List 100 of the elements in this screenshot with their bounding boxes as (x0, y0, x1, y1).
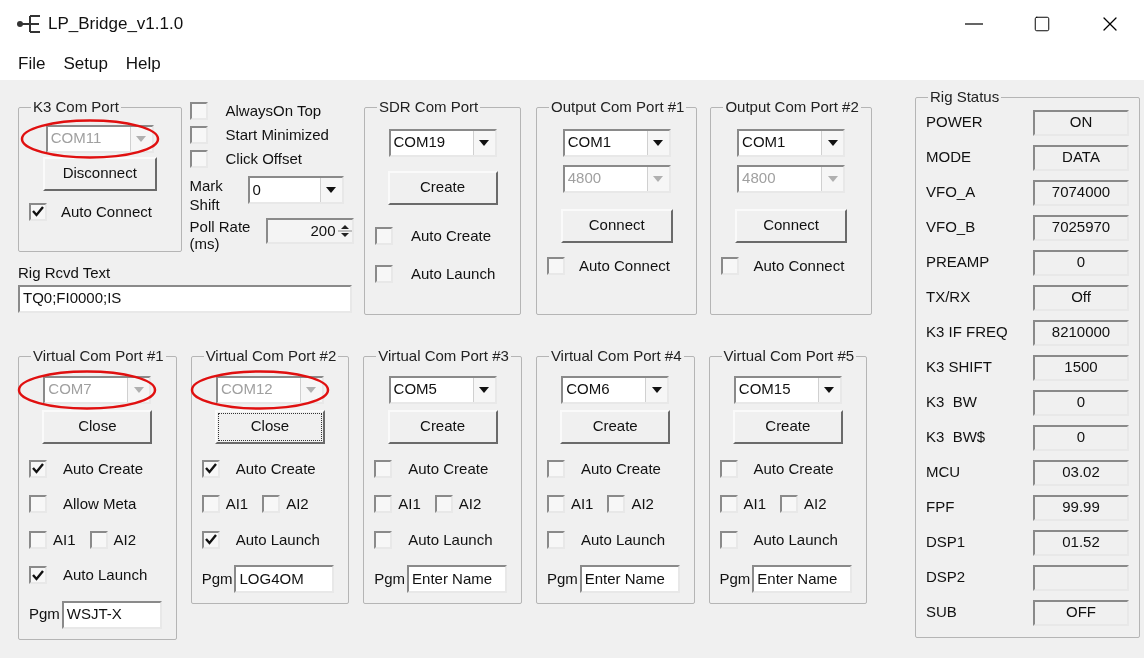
checkbox[interactable] (29, 530, 47, 549)
field-label: Poll Rate (ms) (189, 218, 252, 252)
group-title: Virtual Com Port #5 (722, 346, 856, 366)
checkbox[interactable] (29, 459, 47, 478)
checkbox-label: Auto Create (235, 458, 316, 479)
dropdown[interactable]: COM15 (733, 375, 842, 404)
checkbox[interactable] (719, 459, 738, 478)
text-field[interactable]: TQ0;FI0000;IS (18, 284, 352, 313)
checkmark-icon (204, 534, 217, 546)
status-field: 0 (1033, 424, 1129, 451)
checkbox-label: AI1 (398, 494, 421, 514)
checkbox-label: Allow Meta (63, 494, 137, 514)
checkbox[interactable] (89, 530, 108, 549)
text-field[interactable]: Enter Name (579, 565, 680, 593)
push-button[interactable]: Close (214, 409, 325, 444)
push-button[interactable]: Connect (735, 208, 848, 243)
push-button[interactable]: Create (387, 409, 498, 444)
checkbox[interactable] (201, 530, 220, 549)
checkbox[interactable] (375, 226, 393, 245)
field-label: Pgm (201, 568, 233, 589)
status-field: 03.02 (1033, 459, 1129, 486)
push-button[interactable]: Create (732, 409, 843, 444)
menu-item[interactable]: Setup (63, 51, 108, 77)
caret-icon (646, 130, 669, 155)
checkmark-icon (32, 206, 44, 218)
checkbox-label: Auto Create (63, 458, 144, 479)
checkbox-label: Auto Connect (579, 255, 670, 276)
group-title: Virtual Com Port #2 (204, 346, 338, 366)
push-button[interactable]: Close (42, 409, 153, 444)
checkbox[interactable] (189, 102, 208, 121)
checkbox[interactable] (607, 495, 626, 514)
push-button[interactable]: Disconnect (42, 156, 157, 191)
dropdown[interactable]: COM6 (561, 375, 670, 404)
app-icon (16, 14, 42, 34)
checkbox[interactable] (262, 495, 281, 514)
checkbox[interactable] (546, 459, 565, 478)
checkbox[interactable] (434, 495, 453, 514)
checkbox-label: Auto Launch (235, 529, 320, 550)
checkbox-label: Auto Create (408, 458, 489, 479)
status-field: Off (1033, 284, 1129, 311)
checkbox[interactable] (375, 265, 393, 284)
checkbox-label: Auto Launch (580, 529, 666, 550)
text-field[interactable]: WSJT-X (61, 600, 162, 629)
status-field: 01.52 (1033, 529, 1129, 556)
checkbox[interactable] (721, 256, 740, 275)
checkbox[interactable] (201, 459, 220, 478)
maximize-icon (1033, 15, 1051, 33)
checkbox[interactable] (719, 495, 738, 514)
checkbox[interactable] (546, 530, 565, 549)
checkbox[interactable] (201, 495, 220, 514)
checkbox[interactable] (189, 150, 208, 169)
checkbox[interactable] (29, 566, 47, 585)
checkbox-label: Auto Launch (63, 565, 148, 585)
spin-box[interactable]: 200 (265, 218, 354, 244)
status-label: FPF (926, 497, 955, 518)
status-label: VFO_B (926, 217, 976, 238)
checkbox[interactable] (719, 530, 738, 549)
checkbox-label: AI2 (631, 494, 654, 514)
status-field: ON (1033, 109, 1129, 136)
push-button[interactable]: Connect (560, 208, 673, 243)
group-title: Output Com Port #1 (550, 97, 686, 117)
checkbox-label: AI1 (225, 494, 249, 514)
checkbox-label: Auto Create (580, 458, 661, 479)
menu-item[interactable]: File (18, 51, 46, 77)
push-button[interactable]: Create (560, 409, 671, 444)
status-label: K3 SHIFT (926, 357, 992, 378)
checkbox[interactable] (189, 126, 208, 145)
checkbox-label: Auto Launch (411, 264, 496, 284)
checkbox-label: AI2 (804, 494, 827, 514)
checkbox[interactable] (547, 256, 565, 275)
checkbox[interactable] (374, 530, 393, 549)
status-label: K3 BW (926, 392, 977, 413)
checkbox[interactable] (374, 495, 393, 514)
checkbox[interactable] (29, 495, 47, 514)
text-field[interactable]: Enter Name (752, 565, 853, 593)
dropdown[interactable]: COM19 (388, 128, 497, 157)
status-label: MCU (926, 462, 961, 483)
checkbox-label: Auto Create (753, 458, 834, 479)
checkbox[interactable] (29, 202, 47, 221)
dropdown[interactable]: COM1 (562, 128, 671, 157)
dropdown[interactable]: COM5 (388, 375, 497, 404)
checkmark-icon (32, 569, 44, 581)
caret-icon (129, 126, 152, 151)
caret-icon (817, 377, 840, 402)
checkbox[interactable] (374, 459, 393, 478)
text-field[interactable]: Enter Name (407, 565, 508, 593)
group-title: K3 Com Port (32, 97, 120, 117)
caret-icon (472, 377, 495, 402)
dropdown[interactable]: 0 (247, 176, 344, 204)
checkbox[interactable] (546, 495, 565, 514)
checkbox[interactable] (780, 495, 798, 514)
menu-item[interactable]: Help (125, 51, 161, 77)
checkmark-icon (204, 463, 217, 475)
minimize-icon (965, 23, 983, 25)
status-field: 7025970 (1033, 214, 1129, 241)
dropdown[interactable]: COM1 (737, 128, 846, 157)
group-title: Output Com Port #2 (724, 97, 860, 117)
status-label: POWER (926, 112, 983, 133)
text-field[interactable]: LOG4OM (234, 565, 335, 593)
push-button[interactable]: Create (387, 170, 498, 205)
